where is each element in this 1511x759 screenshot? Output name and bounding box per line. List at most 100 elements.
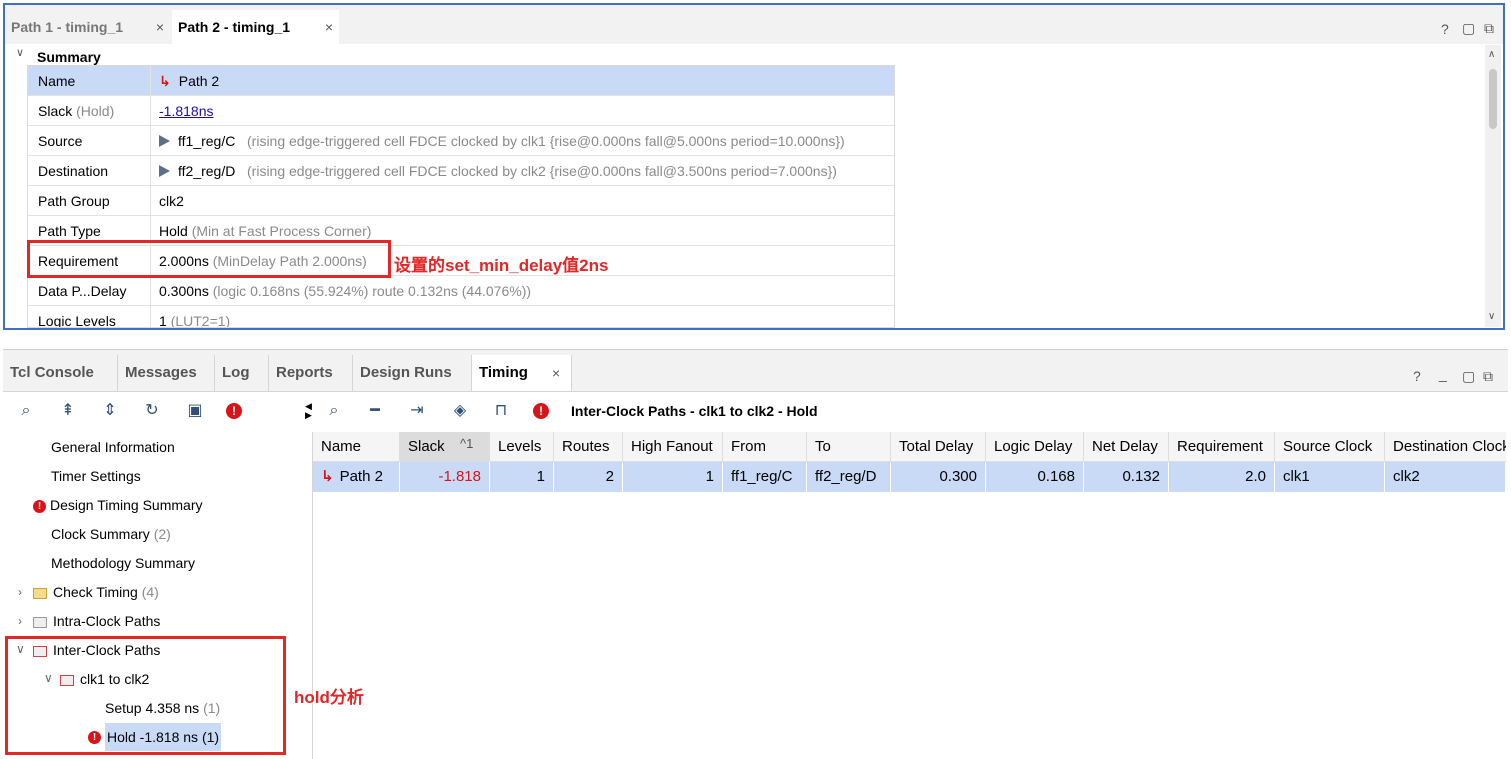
scrollbar-thumb[interactable] bbox=[1489, 69, 1497, 129]
column-header-total-delay[interactable]: Total Delay bbox=[891, 432, 986, 462]
column-header-net-delay[interactable]: Net Delay bbox=[1084, 432, 1169, 462]
close-icon[interactable]: × bbox=[156, 10, 164, 44]
tree-label: Intra-Clock Paths bbox=[53, 613, 161, 629]
close-icon[interactable]: × bbox=[325, 10, 333, 44]
tree-item-timer-settings[interactable]: Timer Settings bbox=[51, 462, 141, 490]
sort-indicator: ^1 bbox=[460, 436, 474, 451]
table-cell-levels[interactable]: 1 bbox=[490, 462, 554, 492]
summary-row-name[interactable]: Name ↳ Path 2 bbox=[28, 66, 894, 96]
export-icon[interactable]: ⇥ bbox=[406, 400, 428, 422]
tab-label: Messages bbox=[125, 364, 197, 381]
hold-highlight-box bbox=[5, 636, 286, 755]
tab-reports[interactable]: Reports bbox=[269, 355, 353, 391]
table-cell-slack[interactable]: -1.818 bbox=[400, 462, 490, 492]
table-cell-from[interactable]: ff1_reg/C bbox=[723, 462, 807, 492]
requirement-annotation: 设置的set_min_delay值2ns bbox=[394, 256, 609, 275]
column-header-routes[interactable]: Routes bbox=[554, 432, 623, 462]
row-value[interactable]: ff1_reg/C bbox=[178, 133, 235, 149]
table-cell-net-delay[interactable]: 0.132 bbox=[1084, 462, 1169, 492]
scroll-up-icon[interactable]: ∧ bbox=[1488, 49, 1495, 60]
tree-item-intra-clock-paths[interactable]: Intra-Clock Paths bbox=[33, 607, 160, 635]
column-header-logic-delay[interactable]: Logic Delay bbox=[986, 432, 1084, 462]
minimize-icon[interactable]: _ bbox=[1439, 366, 1447, 382]
tab-design-runs[interactable]: Design Runs bbox=[353, 355, 472, 391]
collapse-all-icon[interactable]: ⇞ bbox=[57, 400, 79, 422]
tab-label: Timing bbox=[479, 364, 528, 381]
column-header-from[interactable]: From bbox=[723, 432, 807, 462]
expand-all-icon[interactable]: ⇕ bbox=[99, 400, 121, 422]
help-icon[interactable]: ? bbox=[1413, 368, 1421, 384]
summary-row-logic-levels: Logic Levels 1 (LUT2=1) bbox=[28, 306, 894, 327]
row-key: Source bbox=[38, 133, 83, 149]
tree-item-design-timing-summary[interactable]: ! Design Timing Summary bbox=[33, 491, 203, 519]
tree-item-methodology-summary[interactable]: Methodology Summary bbox=[51, 549, 195, 577]
table-cell-source-clock[interactable]: clk1 bbox=[1275, 462, 1385, 492]
column-label: From bbox=[731, 438, 766, 455]
tab-label: Design Runs bbox=[360, 364, 452, 381]
tree-item-clock-summary[interactable]: Clock Summary (2) bbox=[51, 520, 171, 548]
section-title: Summary bbox=[37, 49, 101, 65]
table-cell-logic-delay[interactable]: 0.168 bbox=[986, 462, 1084, 492]
tab-log[interactable]: Log bbox=[215, 355, 269, 391]
row-detail: (rising edge-triggered cell FDCE clocked… bbox=[247, 133, 845, 149]
tab-timing[interactable]: Timing × bbox=[472, 355, 572, 391]
scroll-down-icon[interactable]: ∨ bbox=[1488, 311, 1495, 322]
vertical-scrollbar[interactable]: ∧ ∨ bbox=[1485, 45, 1501, 327]
row-value[interactable]: ff2_reg/D bbox=[178, 163, 235, 179]
close-icon[interactable]: × bbox=[552, 355, 560, 391]
tab-path1[interactable]: Path 1 - timing_1 × bbox=[5, 10, 170, 44]
table-cell-routes[interactable]: 2 bbox=[554, 462, 623, 492]
table-cell-total-delay[interactable]: 0.300 bbox=[891, 462, 986, 492]
float-icon[interactable]: ⧉ bbox=[1483, 368, 1493, 385]
tree-item-general-information[interactable]: General Information bbox=[51, 433, 175, 461]
search-results-icon[interactable]: ⌕ bbox=[323, 400, 345, 422]
column-header-requirement[interactable]: Requirement bbox=[1169, 432, 1275, 462]
tab-label: Path 1 - timing_1 bbox=[11, 19, 124, 35]
waveform-icon[interactable]: ⊓ bbox=[490, 400, 512, 422]
maximize-icon[interactable]: ▢ bbox=[1462, 368, 1475, 385]
folder-icon bbox=[33, 616, 47, 628]
panel-split-arrows-icon[interactable]: ◀ ▶ bbox=[305, 402, 312, 420]
error-icon[interactable]: ! bbox=[225, 400, 247, 422]
row-key: Path Group bbox=[38, 193, 110, 209]
column-header-name[interactable]: Name bbox=[313, 432, 400, 462]
collapse-icon[interactable]: ━ bbox=[364, 400, 386, 422]
help-icon[interactable]: ? bbox=[1441, 21, 1449, 37]
table-cell-high-fanout[interactable]: 1 bbox=[623, 462, 723, 492]
column-header-source-clock[interactable]: Source Clock bbox=[1275, 432, 1385, 462]
expand-chevron-icon[interactable]: › bbox=[18, 585, 22, 599]
search-icon[interactable]: ⌕ bbox=[15, 400, 37, 422]
requirement-highlight-box bbox=[27, 240, 391, 278]
refresh-icon[interactable]: ↻ bbox=[141, 400, 163, 422]
tab-label: Reports bbox=[276, 364, 333, 381]
error-icon[interactable]: ! bbox=[532, 400, 554, 422]
tab-messages[interactable]: Messages bbox=[118, 355, 215, 391]
schematic-icon[interactable]: ◈ bbox=[449, 400, 471, 422]
expand-chevron-icon[interactable]: › bbox=[18, 614, 22, 628]
column-label: To bbox=[815, 438, 831, 455]
summary-row-destination: Destination ff2_reg/D (rising edge-trigg… bbox=[28, 156, 894, 186]
path-properties-panel: Path 1 - timing_1 × Path 2 - timing_1 × … bbox=[3, 3, 1505, 330]
column-header-slack[interactable]: Slack ^1 bbox=[400, 432, 490, 462]
save-icon[interactable]: ▣ bbox=[184, 400, 206, 422]
column-label: Source Clock bbox=[1283, 438, 1373, 455]
slack-link[interactable]: -1.818ns bbox=[159, 96, 213, 126]
row-value: Path 2 bbox=[178, 73, 220, 89]
column-header-high-fanout[interactable]: High Fanout bbox=[623, 432, 723, 462]
tab-tcl-console[interactable]: Tcl Console bbox=[3, 355, 118, 391]
table-cell-destination-clock[interactable]: clk2 bbox=[1385, 462, 1506, 492]
float-icon[interactable]: ⧉ bbox=[1484, 20, 1494, 37]
collapse-chevron-icon[interactable]: ∨ bbox=[16, 46, 24, 59]
column-header-to[interactable]: To bbox=[807, 432, 891, 462]
maximize-icon[interactable]: ▢ bbox=[1462, 20, 1475, 37]
column-label: Routes bbox=[562, 438, 610, 455]
tab-path2[interactable]: Path 2 - timing_1 × bbox=[172, 10, 339, 44]
column-header-levels[interactable]: Levels bbox=[490, 432, 554, 462]
table-row-name-cell[interactable]: ↳ Path 2 bbox=[313, 462, 400, 492]
table-cell-to[interactable]: ff2_reg/D bbox=[807, 462, 891, 492]
summary-row-slack: Slack (Hold) -1.818ns bbox=[28, 96, 894, 126]
hold-annotation: hold分析 bbox=[294, 688, 364, 707]
table-cell-requirement[interactable]: 2.0 bbox=[1169, 462, 1275, 492]
column-header-destination-clock[interactable]: Destination Clock bbox=[1385, 432, 1506, 462]
tree-item-check-timing[interactable]: Check Timing (4) bbox=[33, 578, 159, 606]
